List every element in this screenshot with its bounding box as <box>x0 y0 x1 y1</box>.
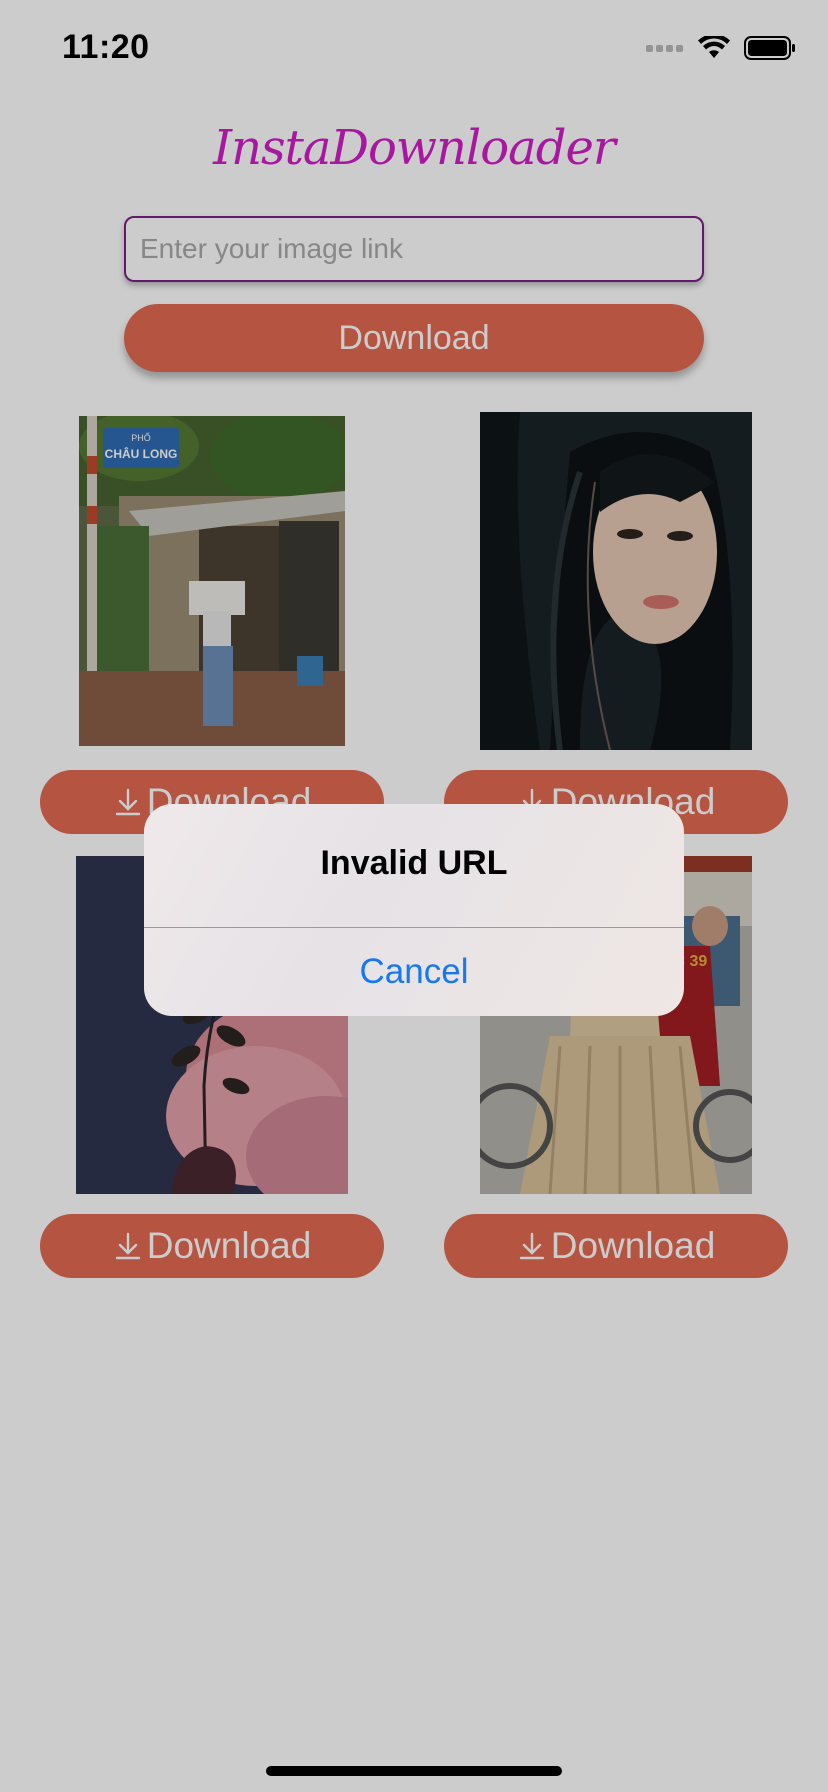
invalid-url-alert: Invalid URL Cancel <box>144 804 684 1016</box>
home-indicator <box>266 1766 562 1776</box>
alert-title: Invalid URL <box>320 844 508 882</box>
alert-cancel-button[interactable]: Cancel <box>144 928 684 1016</box>
